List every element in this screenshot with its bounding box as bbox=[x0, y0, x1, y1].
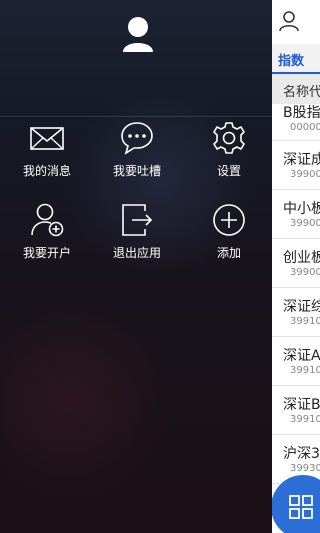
side-drawer: 我的消息 我要吐槽 设置 我要开户 退出应用 添加 bbox=[0, 0, 272, 533]
background-column-header: 名称代 bbox=[272, 74, 320, 105]
background-tab-bar: 指数 bbox=[272, 44, 320, 74]
menu-item-label: 退出应用 bbox=[112, 246, 161, 260]
stock-name: 深证综 bbox=[283, 299, 320, 315]
table-row[interactable]: 创业板 39900 bbox=[272, 239, 320, 288]
gear-icon bbox=[211, 120, 247, 156]
divider bbox=[0, 116, 272, 117]
menu-item-open-account[interactable]: 我要开户 bbox=[2, 202, 92, 272]
table-row[interactable]: 深证综 39910 bbox=[272, 288, 320, 337]
background-top-bar bbox=[272, 0, 320, 44]
tab-index[interactable]: 指数 bbox=[278, 50, 304, 69]
stock-name: 沪深3 bbox=[283, 446, 320, 462]
background-stock-list: 指数 名称代 B股指 00000 深证成 39900 中小板 39900 创业板… bbox=[272, 0, 320, 533]
stock-code: 39900 bbox=[290, 218, 320, 229]
stock-name: 创业板 bbox=[283, 250, 320, 266]
mail-icon bbox=[29, 120, 65, 156]
add-user-icon bbox=[29, 202, 65, 238]
menu-item-label: 我要吐槽 bbox=[112, 164, 161, 178]
table-row[interactable]: 深证成 39900 bbox=[272, 141, 320, 190]
menu-item-label: 设置 bbox=[216, 164, 241, 178]
stock-code: 39910 bbox=[290, 414, 320, 425]
stock-code: 00000 bbox=[290, 122, 320, 133]
menu-item-label: 添加 bbox=[216, 246, 241, 260]
menu-item-label: 我要开户 bbox=[22, 246, 71, 260]
plus-circle-icon bbox=[211, 202, 247, 238]
chat-bubble-icon bbox=[119, 120, 155, 156]
background-glow bbox=[0, 300, 180, 500]
table-row[interactable]: B股指 00000 bbox=[272, 104, 320, 141]
menu-item-exit-app[interactable]: 退出应用 bbox=[92, 202, 182, 272]
stock-code: 39930 bbox=[290, 463, 320, 474]
menu-item-label: 我的消息 bbox=[22, 164, 71, 178]
stock-code: 39910 bbox=[290, 316, 320, 327]
menu-item-feedback[interactable]: 我要吐槽 bbox=[92, 120, 182, 190]
stock-name: 深证A bbox=[283, 348, 320, 364]
table-row[interactable]: 中小板 39900 bbox=[272, 190, 320, 239]
stock-name: 中小板 bbox=[283, 201, 320, 217]
avatar-icon bbox=[121, 17, 155, 58]
stock-name: B股指 bbox=[283, 105, 320, 121]
table-row[interactable]: 深证A 39910 bbox=[272, 337, 320, 386]
menu-item-add[interactable]: 添加 bbox=[184, 202, 272, 272]
menu-item-my-messages[interactable]: 我的消息 bbox=[2, 120, 92, 190]
exit-icon bbox=[119, 202, 155, 238]
avatar[interactable] bbox=[121, 16, 155, 54]
stock-code: 39900 bbox=[290, 267, 320, 278]
stock-code: 39900 bbox=[290, 169, 320, 180]
user-icon[interactable] bbox=[278, 10, 300, 36]
stock-name: 深证成 bbox=[283, 152, 320, 168]
stock-name: 深证B bbox=[283, 397, 320, 413]
column-header-name: 名称代 bbox=[283, 85, 320, 100]
stock-code: 39910 bbox=[290, 365, 320, 376]
menu-item-settings[interactable]: 设置 bbox=[184, 120, 272, 190]
table-row[interactable]: 深证B 39910 bbox=[272, 386, 320, 435]
